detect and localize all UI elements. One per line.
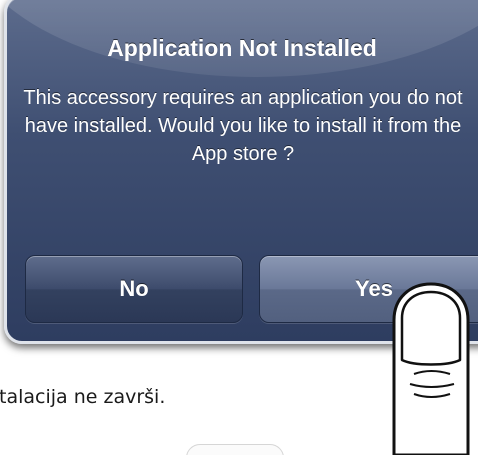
alert-title: Application Not Installed xyxy=(107,35,377,61)
caption-text: talacija ne završi. xyxy=(0,386,166,408)
bottom-button-partial xyxy=(186,444,284,455)
yes-button[interactable]: Yes xyxy=(259,255,478,323)
alert-message: This accessory requires an application y… xyxy=(23,87,463,165)
no-button[interactable]: No xyxy=(25,255,243,323)
screenshot-stage: Application Not Installed This accessory… xyxy=(0,0,478,455)
alert-dialog: Application Not Installed This accessory… xyxy=(4,0,478,344)
